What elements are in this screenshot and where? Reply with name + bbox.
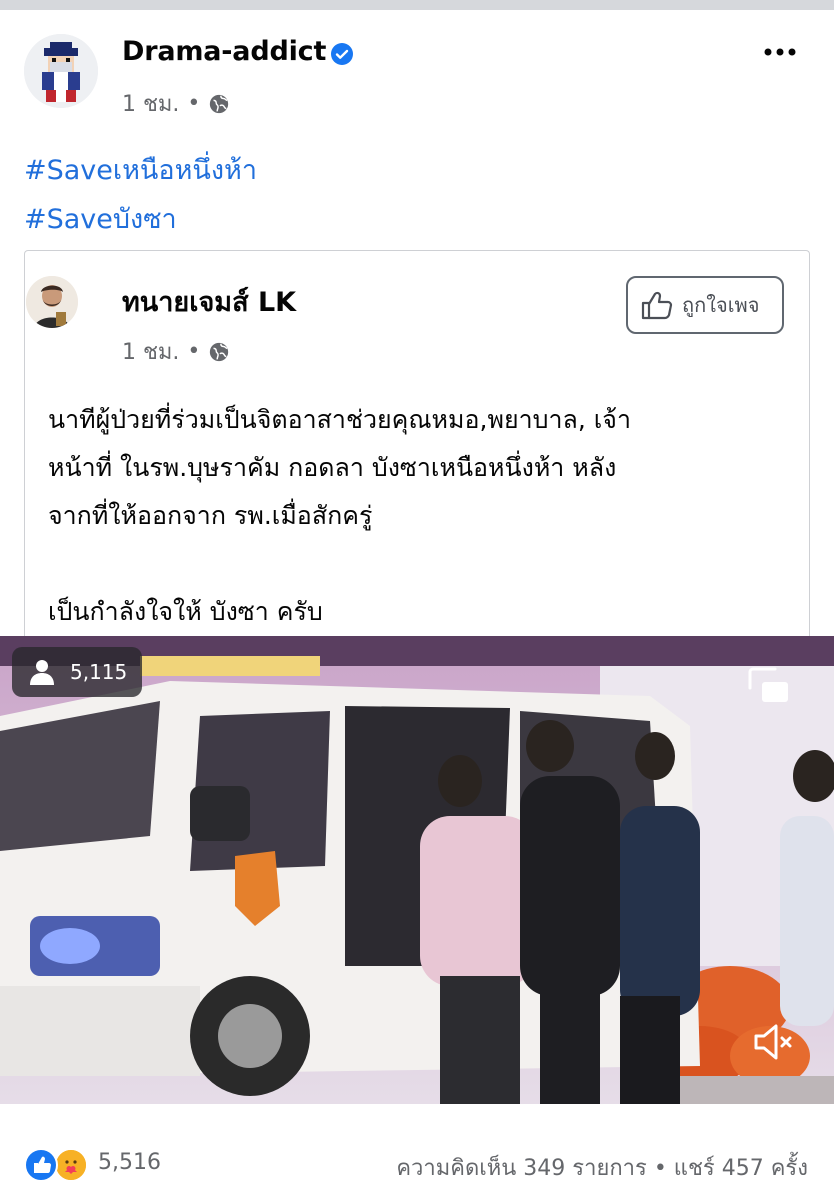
shared-post-meta: 1 ชม. • <box>122 334 230 369</box>
shared-post-text: นาทีผู้ป่วยที่ร่วมเป็นจิตอาสาช่วยคุณหมอ,… <box>48 396 788 636</box>
like-reaction-icon[interactable] <box>24 1148 58 1182</box>
post-text-line: หน้าที่ ในรพ.บุษราคัม กอดลา บังซาเหนือหน… <box>48 453 617 482</box>
reactions-count[interactable]: 5,516 <box>98 1150 161 1175</box>
thumbs-up-icon <box>641 291 673 320</box>
top-divider <box>0 0 834 10</box>
author-name[interactable]: Drama-addict <box>122 36 326 67</box>
post-meta: 1 ชม. • <box>122 86 230 121</box>
meta-separator: • <box>187 339 201 364</box>
hashtag-link[interactable]: #Saveเหนือหนึ่งห้า <box>24 146 257 195</box>
globe-icon <box>210 342 229 361</box>
post-hashtags: #Saveเหนือหนึ่งห้า #Saveบังซา <box>24 146 257 244</box>
person-icon <box>30 660 54 685</box>
meta-separator: • <box>187 91 201 116</box>
more-options-icon[interactable] <box>760 40 800 64</box>
shared-author-avatar[interactable] <box>26 276 78 328</box>
sound-off-icon[interactable] <box>750 1020 794 1064</box>
shared-author-name[interactable]: ทนายเจมส์ LK <box>122 280 296 323</box>
shared-post-time[interactable]: 1 ชม. <box>122 334 179 369</box>
live-viewers-badge: 5,115 <box>12 647 142 697</box>
hashtag-link[interactable]: #Saveบังซา <box>24 195 257 244</box>
like-page-label: ถูกใจเพจ <box>682 293 760 317</box>
verified-badge-icon <box>331 43 353 65</box>
video-frame <box>0 636 834 1104</box>
comments-shares-summary[interactable]: ความคิดเห็น 349 รายการ • แชร์ 457 ครั้ง <box>396 1150 808 1185</box>
post-text-line: นาทีผู้ป่วยที่ร่วมเป็นจิตอาสาช่วยคุณหมอ,… <box>48 405 631 434</box>
like-page-button[interactable]: ถูกใจเพจ <box>626 276 784 334</box>
care-reaction-icon[interactable] <box>54 1148 88 1182</box>
post-text-line: เป็นกำลังใจให้ บังซา ครับ <box>48 597 323 626</box>
picture-in-picture-icon[interactable] <box>746 666 790 706</box>
post-time[interactable]: 1 ชม. <box>122 86 179 121</box>
globe-icon <box>210 94 229 113</box>
video-player[interactable] <box>0 636 834 1104</box>
post-text-line: จากที่ให้ออกจาก รพ.เมื่อสักครู่ <box>48 501 373 530</box>
author-avatar[interactable] <box>24 34 98 108</box>
viewers-count: 5,115 <box>70 660 128 684</box>
